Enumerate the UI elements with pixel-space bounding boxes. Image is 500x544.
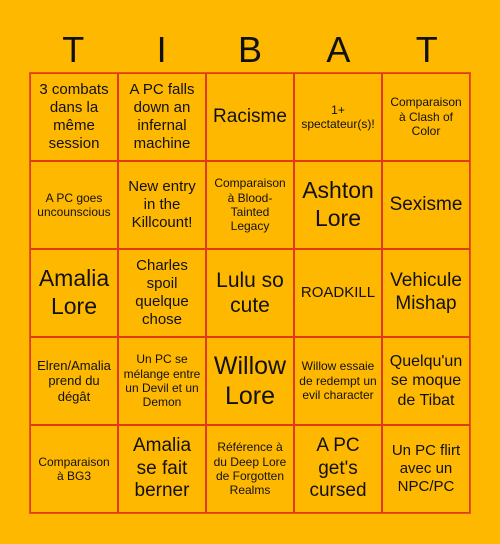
bingo-cell[interactable]: New entry in the Killcount! <box>118 161 206 249</box>
bingo-cell[interactable]: Comparaison à BG3 <box>30 425 118 513</box>
bingo-board: 3 combats dans la même session A PC fall… <box>29 72 471 514</box>
bingo-header: T I B A T <box>29 28 471 72</box>
bingo-cell[interactable]: Ashton Lore <box>294 161 382 249</box>
bingo-cell[interactable]: Quelqu'un se moque de Tibat <box>382 337 470 425</box>
bingo-cell[interactable]: Vehicule Mishap <box>382 249 470 337</box>
bingo-cell[interactable]: Un PC se mélange entre un Devil et un De… <box>118 337 206 425</box>
bingo-cell[interactable]: A PC falls down an infernal machine <box>118 73 206 161</box>
bingo-cell[interactable]: Charles spoil quelque chose <box>118 249 206 337</box>
bingo-cell[interactable]: Comparaison à Clash of Color <box>382 73 470 161</box>
header-letter: T <box>415 29 438 70</box>
bingo-cell[interactable]: Elren/Amalia prend du dégât <box>30 337 118 425</box>
header-letter: I <box>156 29 167 70</box>
bingo-cell[interactable]: Sexisme <box>382 161 470 249</box>
bingo-cell[interactable]: Lulu so cute <box>206 249 294 337</box>
bingo-cell[interactable]: Racisme <box>206 73 294 161</box>
header-letter: A <box>326 29 351 70</box>
header-letter: T <box>62 29 85 70</box>
bingo-cell[interactable]: ROADKILL <box>294 249 382 337</box>
header-letter: B <box>237 29 262 70</box>
bingo-cell[interactable]: Willow essaie de redempt un evil charact… <box>294 337 382 425</box>
bingo-cell[interactable]: A PC get's cursed <box>294 425 382 513</box>
bingo-cell[interactable]: Amalia se fait berner <box>118 425 206 513</box>
bingo-cell[interactable]: A PC goes uncounscious <box>30 161 118 249</box>
bingo-cell[interactable]: Comparaison à Blood-Tainted Legacy <box>206 161 294 249</box>
bingo-cell[interactable]: 3 combats dans la même session <box>30 73 118 161</box>
bingo-cell[interactable]: Willow Lore <box>206 337 294 425</box>
bingo-cell[interactable]: 1+ spectateur(s)! <box>294 73 382 161</box>
bingo-cell[interactable]: Référence à du Deep Lore de Forgotten Re… <box>206 425 294 513</box>
bingo-cell[interactable]: Amalia Lore <box>30 249 118 337</box>
bingo-cell[interactable]: Un PC flirt avec un NPC/PC <box>382 425 470 513</box>
